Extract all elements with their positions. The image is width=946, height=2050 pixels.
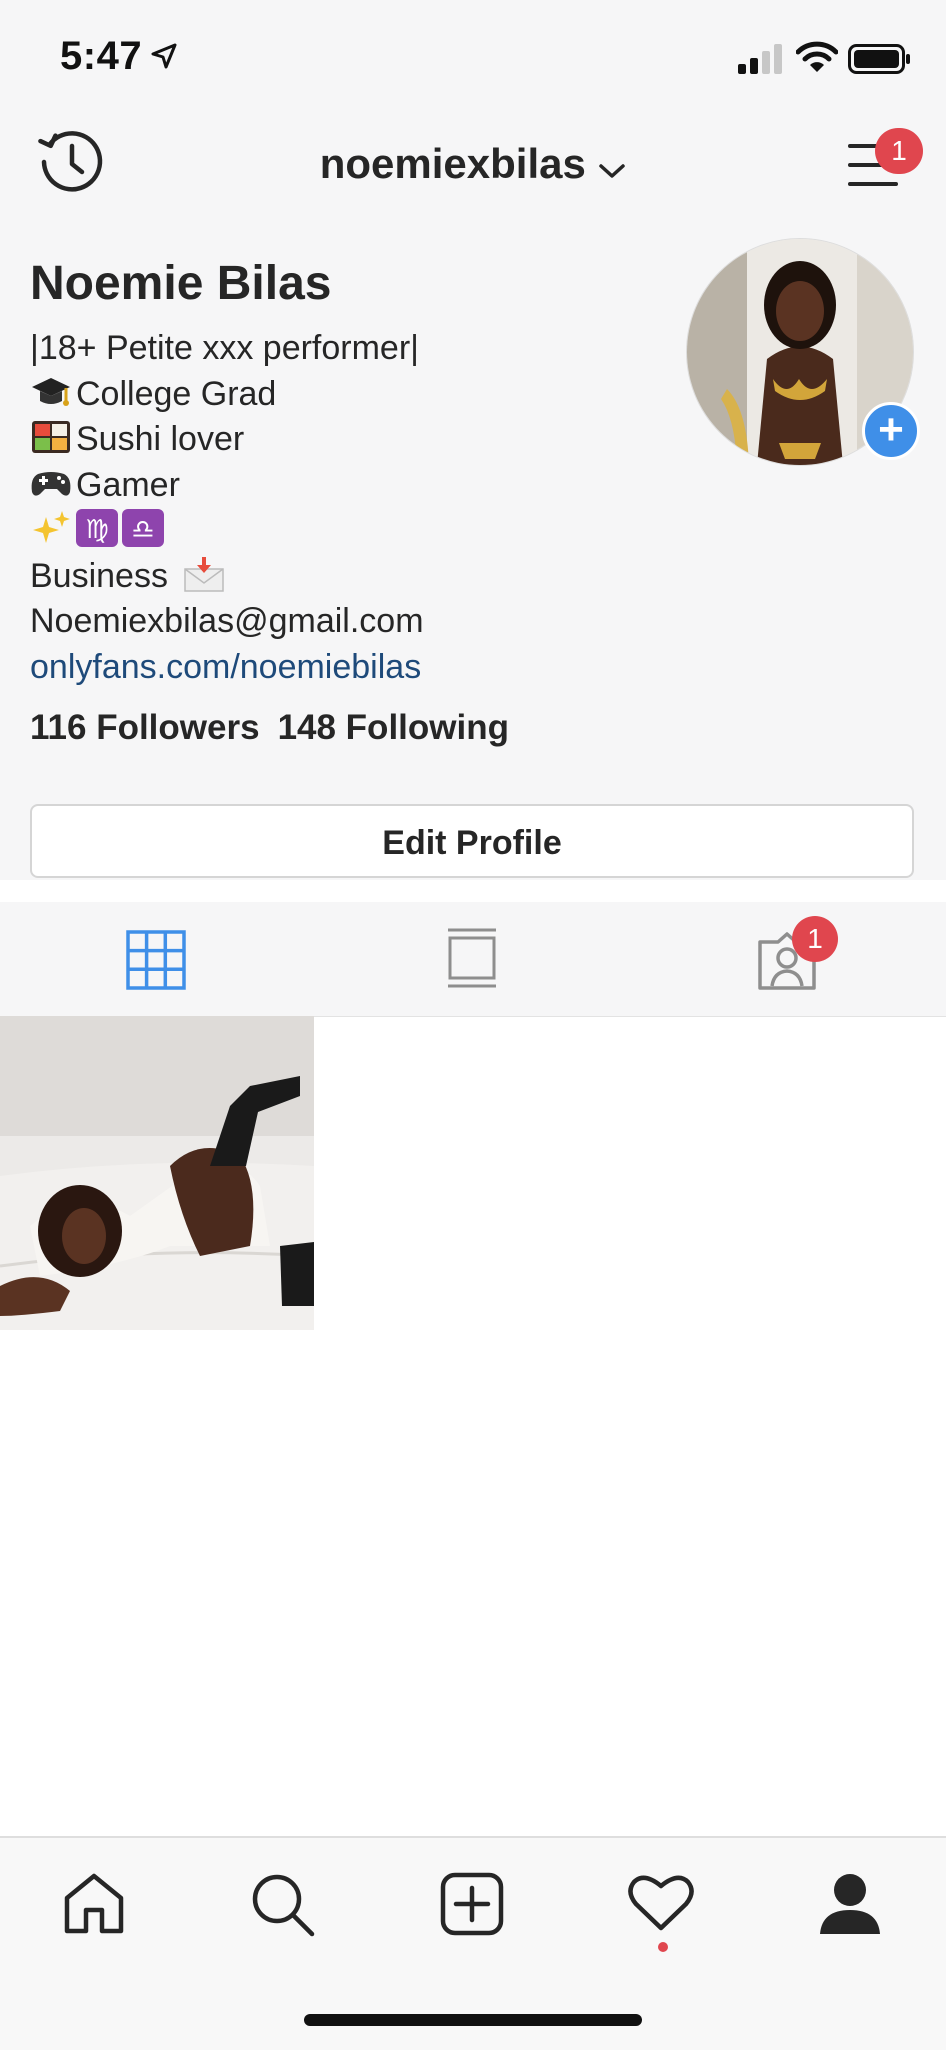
add-story-plus-icon[interactable]: +	[862, 402, 920, 460]
menu-notification-badge: 1	[875, 128, 923, 174]
bio-text: |18+ Petite xxx performer|	[30, 329, 419, 367]
profile-bio: |18+ Petite xxx performer| College Grad …	[30, 326, 424, 690]
bio-email: Noemiexbilas@gmail.com	[30, 602, 424, 640]
home-icon[interactable]	[62, 1872, 126, 1939]
game-controller-icon	[30, 464, 72, 502]
bio-line: Gamer	[30, 463, 424, 509]
envelope-arrow-icon	[183, 555, 225, 593]
battery-icon	[848, 44, 912, 79]
bio-text: Gamer	[76, 465, 180, 504]
bio-text: College Grad	[76, 374, 277, 413]
followers-count[interactable]: 116 Followers	[30, 708, 260, 747]
activity-notification-dot	[658, 1942, 668, 1952]
svg-text:♎: ♎	[131, 515, 154, 545]
profile-website-link[interactable]: onlyfans.com/noemiebilas	[30, 648, 421, 686]
following-count[interactable]: 148 Following	[278, 708, 509, 747]
username-title[interactable]: noemiexbilas	[320, 140, 586, 187]
home-indicator	[304, 2014, 642, 2026]
activity-heart-icon[interactable]	[628, 1872, 694, 1937]
bio-line: |18+ Petite xxx performer|	[30, 326, 424, 372]
cellular-signal-icon	[738, 44, 784, 79]
libra-sign-icon: ♎	[122, 509, 164, 547]
sparkles-icon	[30, 509, 72, 547]
grid-view-tab-icon[interactable]	[126, 930, 186, 995]
profile-person-icon[interactable]	[818, 1872, 882, 1939]
bio-line: ♍ ♎	[30, 508, 424, 554]
status-time: 5:47	[60, 34, 143, 78]
virgo-sign-icon: ♍	[76, 509, 118, 547]
profile-display-name: Noemie Bilas	[30, 257, 332, 310]
chevron-down-icon[interactable]	[598, 161, 626, 186]
bento-box-icon	[30, 418, 72, 456]
edit-profile-button[interactable]: Edit Profile	[30, 804, 914, 878]
bio-line: Sushi lover	[30, 417, 424, 463]
bio-line: onlyfans.com/noemiebilas	[30, 645, 424, 691]
search-icon[interactable]	[250, 1872, 316, 1943]
bio-line: College Grad	[30, 372, 424, 418]
new-post-plus-icon[interactable]	[440, 1872, 504, 1941]
profile-stats: 116 Followers 148 Following	[30, 708, 509, 748]
account-switcher[interactable]: noemiexbilas	[0, 140, 946, 188]
bio-line: Business	[30, 554, 424, 600]
bio-text: Business	[30, 556, 168, 595]
tagged-notification-badge: 1	[792, 916, 838, 962]
feed-view-tab-icon[interactable]	[446, 928, 498, 995]
location-arrow-icon	[150, 42, 178, 75]
wifi-icon	[795, 40, 839, 79]
post-thumbnail[interactable]	[0, 1016, 314, 1330]
graduation-cap-icon	[30, 373, 72, 411]
svg-text:♍: ♍	[85, 515, 108, 545]
bio-text: Sushi lover	[76, 420, 245, 458]
bio-line: Noemiexbilas@gmail.com	[30, 599, 424, 645]
